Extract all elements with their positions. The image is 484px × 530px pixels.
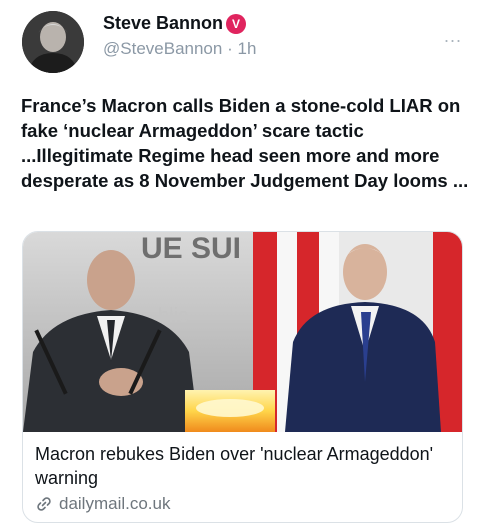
link-preview-card[interactable]: UE SUI blic Macron rebukes Biden over 'n… — [22, 231, 463, 523]
card-title[interactable]: Macron rebukes Biden over 'nuclear Armag… — [35, 442, 445, 490]
photo-faint-text: blic — [158, 305, 188, 327]
timestamp[interactable]: 1h — [237, 39, 256, 58]
card-domain-text: dailymail.co.uk — [59, 494, 171, 513]
link-icon — [35, 495, 53, 513]
tweet-text: France’s Macron calls Biden a stone-cold… — [21, 95, 469, 191]
photo-sign-text: UE SUI — [141, 232, 241, 265]
more-options-icon[interactable]: ... — [444, 26, 462, 47]
avatar-image — [22, 11, 84, 73]
verified-badge-icon: V — [226, 14, 246, 34]
card-domain[interactable]: dailymail.co.uk — [35, 494, 171, 514]
news-photo: UE SUI blic — [23, 232, 462, 432]
display-name[interactable]: Steve Bannon — [103, 13, 223, 34]
card-image: UE SUI blic — [23, 232, 462, 432]
handle-line: @SteveBannon · 1h — [103, 39, 256, 59]
handle[interactable]: @SteveBannon — [103, 39, 222, 58]
avatar[interactable] — [22, 11, 84, 73]
separator: · — [227, 39, 233, 58]
